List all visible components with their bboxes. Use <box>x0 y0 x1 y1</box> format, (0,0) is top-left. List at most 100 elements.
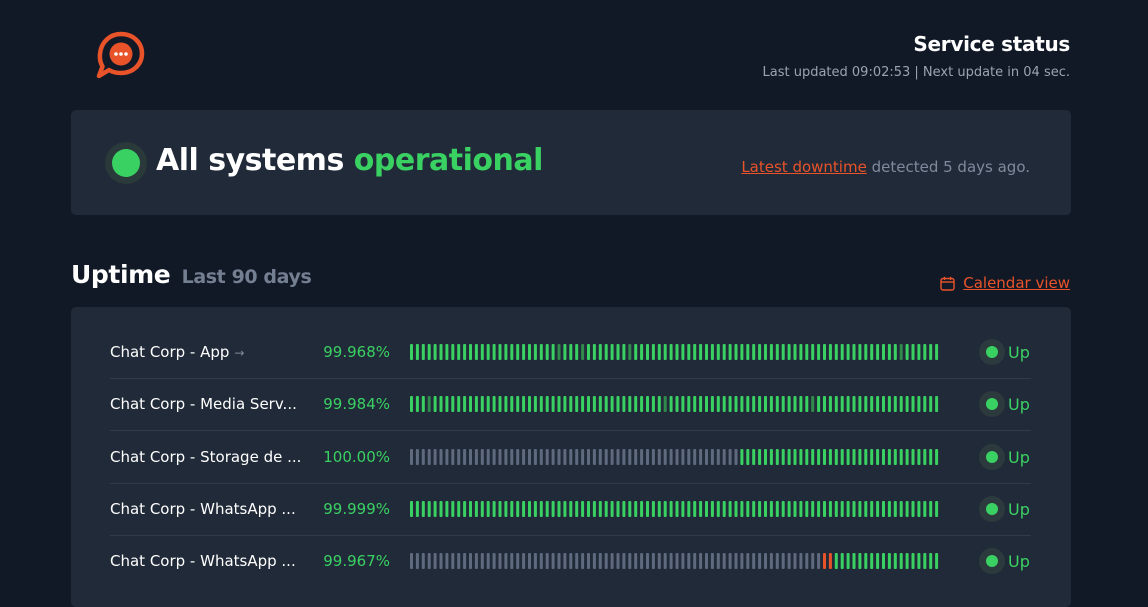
uptime-day-bar[interactable] <box>504 501 508 517</box>
uptime-day-bar[interactable] <box>410 553 413 569</box>
uptime-day-bar[interactable] <box>805 501 809 517</box>
uptime-day-bar[interactable] <box>840 553 844 569</box>
uptime-day-bar[interactable] <box>439 449 443 465</box>
uptime-day-bar[interactable] <box>551 396 555 412</box>
uptime-day-bar[interactable] <box>858 449 862 465</box>
uptime-day-bar[interactable] <box>486 501 490 517</box>
uptime-day-bar[interactable] <box>480 501 484 517</box>
uptime-day-bar[interactable] <box>705 344 708 360</box>
uptime-day-bar[interactable] <box>551 553 555 569</box>
uptime-day-bar[interactable] <box>616 501 620 517</box>
uptime-day-bar[interactable] <box>587 449 590 465</box>
uptime-day-bar[interactable] <box>522 501 526 517</box>
uptime-day-bar[interactable] <box>587 396 590 412</box>
uptime-day-bar[interactable] <box>592 344 596 360</box>
uptime-day-bar[interactable] <box>764 396 767 412</box>
uptime-day-bar[interactable] <box>722 553 726 569</box>
uptime-day-bar[interactable] <box>492 449 496 465</box>
uptime-day-bar[interactable] <box>876 501 880 517</box>
uptime-day-bar[interactable] <box>917 553 921 569</box>
uptime-day-bar[interactable] <box>764 553 767 569</box>
uptime-day-bar[interactable] <box>817 501 821 517</box>
uptime-day-bar[interactable] <box>811 553 815 569</box>
uptime-day-bar[interactable] <box>557 344 561 360</box>
service-row[interactable]: Chat Corp - App → 99.968% Up <box>110 326 1031 379</box>
uptime-day-bar[interactable] <box>834 553 838 569</box>
uptime-day-bar[interactable] <box>764 501 767 517</box>
uptime-day-bar[interactable] <box>463 344 467 360</box>
uptime-day-bar[interactable] <box>887 449 891 465</box>
uptime-day-bar[interactable] <box>758 344 762 360</box>
uptime-day-bar[interactable] <box>504 449 508 465</box>
uptime-day-bar[interactable] <box>492 553 496 569</box>
uptime-day-bar[interactable] <box>846 344 850 360</box>
uptime-day-bar[interactable] <box>864 396 868 412</box>
uptime-day-bar[interactable] <box>486 396 490 412</box>
uptime-day-bar[interactable] <box>917 449 921 465</box>
uptime-day-bar[interactable] <box>640 501 644 517</box>
uptime-day-bar[interactable] <box>681 396 685 412</box>
uptime-day-bar[interactable] <box>657 344 661 360</box>
uptime-day-bar[interactable] <box>834 449 838 465</box>
uptime-day-bar[interactable] <box>775 396 779 412</box>
uptime-day-bar[interactable] <box>693 449 697 465</box>
uptime-day-bar[interactable] <box>793 344 797 360</box>
uptime-day-bar[interactable] <box>463 396 467 412</box>
uptime-day-bar[interactable] <box>893 449 897 465</box>
uptime-day-bar[interactable] <box>486 449 490 465</box>
service-row[interactable]: Chat Corp - Storage de ... 100.00% Up <box>110 431 1031 484</box>
uptime-day-bar[interactable] <box>427 344 431 360</box>
uptime-day-bar[interactable] <box>557 553 561 569</box>
uptime-day-bar[interactable] <box>905 449 909 465</box>
uptime-day-bar[interactable] <box>905 501 909 517</box>
uptime-day-bar[interactable] <box>787 553 791 569</box>
uptime-day-bar[interactable] <box>769 553 773 569</box>
uptime-day-bar[interactable] <box>492 344 496 360</box>
uptime-day-bar[interactable] <box>775 553 779 569</box>
uptime-day-bar[interactable] <box>486 553 490 569</box>
uptime-day-bar[interactable] <box>870 449 874 465</box>
uptime-day-bar[interactable] <box>563 501 567 517</box>
uptime-day-bar[interactable] <box>563 553 567 569</box>
uptime-day-bar[interactable] <box>758 501 762 517</box>
uptime-day-bar[interactable] <box>693 344 697 360</box>
uptime-day-bar[interactable] <box>628 344 632 360</box>
uptime-day-bar[interactable] <box>569 501 573 517</box>
uptime-day-bar[interactable] <box>551 449 555 465</box>
uptime-day-bar[interactable] <box>929 449 933 465</box>
uptime-day-bar[interactable] <box>752 501 756 517</box>
uptime-day-bar[interactable] <box>410 501 413 517</box>
uptime-day-bar[interactable] <box>716 553 720 569</box>
uptime-day-bar[interactable] <box>622 344 626 360</box>
uptime-day-bar[interactable] <box>905 344 909 360</box>
uptime-day-bar[interactable] <box>834 396 838 412</box>
uptime-day-bar[interactable] <box>663 449 667 465</box>
uptime-day-bar[interactable] <box>551 501 555 517</box>
uptime-day-bar[interactable] <box>769 449 773 465</box>
uptime-day-bar[interactable] <box>575 501 579 517</box>
uptime-day-bar[interactable] <box>610 344 614 360</box>
uptime-day-bar[interactable] <box>764 449 767 465</box>
uptime-day-bar[interactable] <box>669 344 673 360</box>
uptime-day-bar[interactable] <box>610 553 614 569</box>
uptime-day-bar[interactable] <box>722 449 726 465</box>
uptime-day-bar[interactable] <box>823 501 826 517</box>
uptime-day-bar[interactable] <box>699 344 703 360</box>
uptime-day-bar[interactable] <box>498 501 502 517</box>
uptime-day-bar[interactable] <box>616 344 620 360</box>
uptime-day-bar[interactable] <box>693 553 697 569</box>
uptime-day-bar[interactable] <box>852 553 856 569</box>
uptime-day-bar[interactable] <box>457 449 461 465</box>
service-name[interactable]: Chat Corp - WhatsApp ... <box>110 500 310 518</box>
uptime-day-bar[interactable] <box>705 449 708 465</box>
uptime-day-bar[interactable] <box>728 396 732 412</box>
uptime-day-bar[interactable] <box>563 396 567 412</box>
uptime-day-bar[interactable] <box>811 501 815 517</box>
uptime-day-bar[interactable] <box>805 553 809 569</box>
uptime-day-bar[interactable] <box>793 449 797 465</box>
uptime-day-bar[interactable] <box>457 553 461 569</box>
uptime-day-bar[interactable] <box>758 449 762 465</box>
uptime-day-bar[interactable] <box>734 396 738 412</box>
uptime-day-bar[interactable] <box>604 553 608 569</box>
uptime-day-bar[interactable] <box>793 396 797 412</box>
